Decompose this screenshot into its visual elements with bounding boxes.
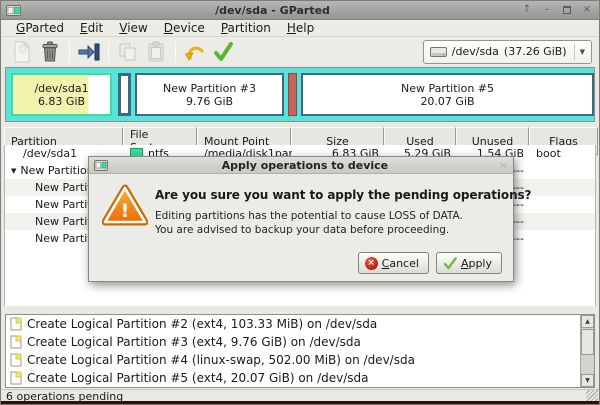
menu-gparted[interactable]: GParted xyxy=(8,20,72,36)
dialog-buttons: × Cancel Apply xyxy=(358,252,502,274)
device-selector[interactable]: /dev/sda (37.26 GiB) ▼ xyxy=(423,40,592,64)
menu-edit[interactable]: Edit xyxy=(72,20,111,36)
menu-device[interactable]: Device xyxy=(156,20,213,36)
apply-confirm-button[interactable]: Apply xyxy=(436,252,502,274)
operation-icon xyxy=(10,371,22,385)
new-document-icon xyxy=(13,41,31,63)
pending-operations-panel: Create Logical Partition #2 (ext4, 103.3… xyxy=(5,314,595,388)
dialog-body-line2: You are advised to backup your data befo… xyxy=(155,224,463,238)
partition-label: New Partition #3 xyxy=(163,82,256,95)
scrollbar-thumb[interactable] xyxy=(581,329,594,355)
toolbar-separator xyxy=(69,42,70,62)
delete-partition-button[interactable] xyxy=(36,39,64,65)
window-title: /dev/sda - GParted xyxy=(25,4,520,17)
partition-label: New Partition #5 xyxy=(401,82,494,95)
close-button[interactable]: × xyxy=(580,4,594,17)
disk-partition-sda1[interactable]: /dev/sda1 6.83 GiB xyxy=(11,73,112,116)
disk-partition-2-ext4-small[interactable] xyxy=(118,73,131,116)
operation-item[interactable]: Create Logical Partition #2 (ext4, 103.3… xyxy=(6,315,594,333)
scroll-down-icon[interactable]: ▼ xyxy=(581,374,594,387)
operation-icon xyxy=(10,317,22,331)
apply-button[interactable] xyxy=(209,39,237,65)
hard-disk-icon xyxy=(430,46,447,58)
dialog-body: Editing partitions has the potential to … xyxy=(155,210,463,237)
partition-size: 20.07 GiB xyxy=(420,95,474,108)
menu-partition[interactable]: Partition xyxy=(213,20,279,36)
partition-size: 9.76 GiB xyxy=(186,95,233,108)
combo-separator xyxy=(574,44,575,60)
operation-item[interactable]: Create Logical Partition #3 (ext4, 9.76 … xyxy=(6,333,594,351)
warning-icon: ! xyxy=(102,184,148,226)
resize-move-icon xyxy=(78,42,100,62)
undo-icon xyxy=(184,42,206,62)
paste-button[interactable] xyxy=(142,39,170,65)
operations-scrollbar[interactable]: ▲ ▼ xyxy=(580,315,594,387)
disk-partition-5[interactable]: New Partition #5 20.07 GiB xyxy=(301,73,594,116)
dialog-titlebar[interactable]: Apply operations to device × xyxy=(89,157,513,174)
window-titlebar[interactable]: /dev/sda - GParted ↑ – × xyxy=(1,1,599,20)
chevron-down-icon: ▼ xyxy=(580,48,585,56)
cancel-button[interactable]: × Cancel xyxy=(358,252,429,274)
resize-move-button[interactable] xyxy=(75,39,103,65)
toolbar: /dev/sda (37.26 GiB) ▼ xyxy=(2,37,598,66)
maximize-icon xyxy=(563,6,571,14)
partition-size: 6.83 GiB xyxy=(38,95,85,108)
dialog-heading: Are you sure you want to apply the pendi… xyxy=(155,188,531,202)
operation-item[interactable]: Create Logical Partition #5 (ext4, 20.07… xyxy=(6,369,594,387)
dialog-close-icon[interactable]: × xyxy=(499,159,508,172)
scroll-up-icon[interactable]: ▲ xyxy=(581,315,594,328)
expander-icon[interactable]: ▼ xyxy=(11,167,16,175)
paste-icon xyxy=(147,41,165,62)
partition-table-header: Partition File System Mount Point Size U… xyxy=(4,127,596,145)
dialog-title: Apply operations to device xyxy=(111,159,499,172)
shade-window-button[interactable]: ↑ xyxy=(520,4,534,17)
check-icon xyxy=(212,42,234,62)
operation-item[interactable]: Create Logical Partition #4 (linux-swap,… xyxy=(6,351,594,369)
copy-button[interactable] xyxy=(114,39,142,65)
menu-view[interactable]: View xyxy=(111,20,155,36)
desktop-edge xyxy=(1,401,599,404)
gparted-window: /dev/sda - GParted ↑ – × GParted Edit Vi… xyxy=(0,0,600,405)
device-name: /dev/sda xyxy=(452,45,499,58)
gparted-app-icon xyxy=(6,4,21,17)
cell-flags: boot xyxy=(530,145,599,162)
apply-check-icon xyxy=(443,257,457,270)
apply-operations-dialog: Apply operations to device × ! Are you s… xyxy=(88,156,514,282)
new-partition-button[interactable] xyxy=(8,39,36,65)
trash-icon xyxy=(41,41,59,62)
menubar: GParted Edit View Device Partition Help xyxy=(2,20,598,37)
undo-button[interactable] xyxy=(181,39,209,65)
cancel-x-icon: × xyxy=(365,257,378,270)
minimize-button[interactable]: – xyxy=(540,4,554,17)
svg-text:!: ! xyxy=(121,200,130,222)
copy-icon xyxy=(118,42,138,62)
device-size: (37.26 GiB) xyxy=(504,45,567,58)
operation-icon xyxy=(10,353,22,367)
maximize-button[interactable] xyxy=(560,4,574,17)
disk-partition-3[interactable]: New Partition #3 9.76 GiB xyxy=(135,73,284,116)
dialog-body-line1: Editing partitions has the potential to … xyxy=(155,210,463,224)
gparted-dialog-icon xyxy=(94,160,108,171)
toolbar-separator xyxy=(108,42,109,62)
disk-partition-4-swap-small[interactable] xyxy=(288,73,297,116)
partition-label: /dev/sda1 xyxy=(34,82,88,95)
toolbar-separator xyxy=(175,42,176,62)
cancel-label: Cancel xyxy=(382,257,419,270)
disk-visual-bar: /dev/sda1 6.83 GiB New Partition #3 9.76… xyxy=(5,67,595,122)
menu-help[interactable]: Help xyxy=(279,20,322,36)
apply-label: Apply xyxy=(461,257,492,270)
operation-icon xyxy=(10,335,22,349)
